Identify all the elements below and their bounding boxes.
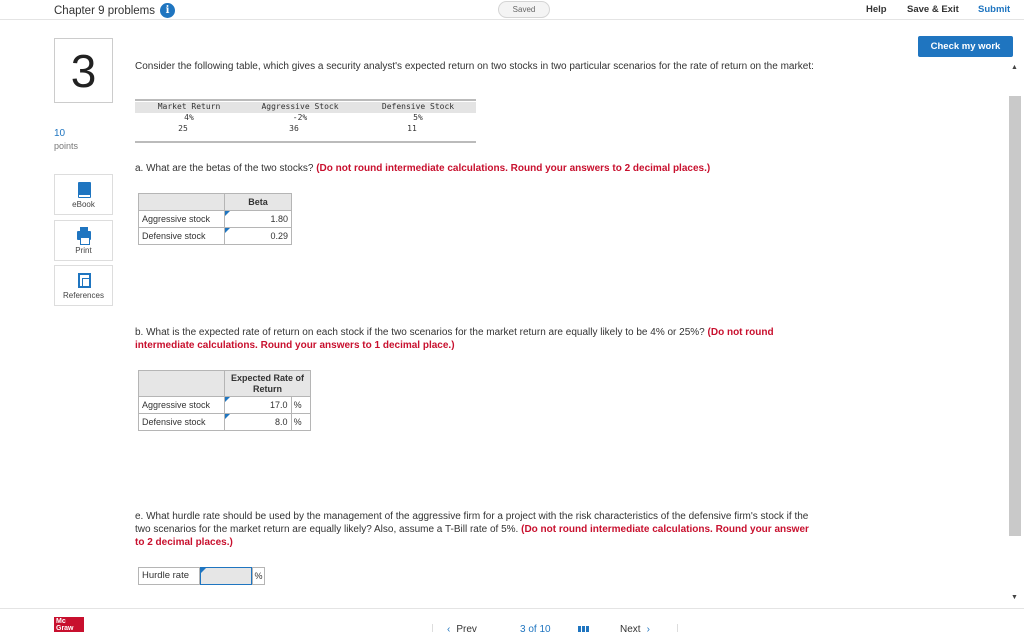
table-cell: 4% [184, 113, 194, 122]
references-label: References [63, 291, 104, 300]
scrollbar-thumb[interactable] [1009, 96, 1021, 536]
save-exit-link[interactable]: Save & Exit [907, 4, 959, 15]
beta-column-header: Beta [224, 193, 292, 211]
table-corner [138, 370, 225, 397]
top-bar: Chapter 9 problems i Saved Help Save & E… [0, 0, 1024, 20]
ebook-button[interactable]: eBook [54, 174, 113, 215]
book-icon [78, 182, 91, 198]
return-aggressive-input[interactable]: 17.0 [224, 396, 292, 414]
table-header-cell: Defensive Stock [381, 102, 455, 111]
hurdle-rate-input[interactable] [200, 567, 252, 585]
next-label: Next [620, 624, 641, 632]
saved-status-badge: Saved [498, 1, 550, 18]
points-label: points [54, 141, 79, 151]
part-b-question-text: b. What is the expected rate of return o… [135, 327, 705, 338]
part-e-question: e. What hurdle rate should be used by th… [135, 510, 815, 549]
table-cell: 25 [178, 124, 188, 133]
prev-button[interactable]: ‹ Prev [432, 624, 504, 632]
part-b-answer-table: Expected Rate of Return Aggressive stock… [138, 370, 312, 431]
scroll-up-arrow-icon[interactable]: ▲ [1011, 64, 1018, 71]
printer-icon [77, 227, 91, 245]
references-icon [78, 273, 91, 288]
chapter-title: Chapter 9 problems [54, 4, 155, 17]
print-button[interactable]: Print [54, 220, 113, 261]
footer-bar [0, 608, 1024, 632]
info-icon[interactable]: i [160, 3, 175, 18]
part-b-question: b. What is the expected rate of return o… [135, 326, 830, 352]
print-label: Print [75, 246, 92, 255]
prev-label: Prev [456, 624, 477, 632]
help-link[interactable]: Help [866, 4, 887, 15]
table-cell: 11 [407, 124, 417, 133]
table-cell: -2% [292, 113, 308, 122]
table-header-cell: Aggressive Stock [261, 102, 339, 111]
next-button[interactable]: Next › [606, 624, 678, 632]
header-line-1: Expected Rate of [230, 372, 305, 383]
return-defensive-input[interactable]: 8.0 [224, 413, 292, 431]
table-header-cell: Market Return [157, 102, 221, 111]
mcgraw-hill-logo: Mc Graw [54, 617, 84, 632]
scroll-down-arrow-icon[interactable]: ▼ [1011, 594, 1018, 601]
row-label: Aggressive stock [138, 210, 225, 228]
ebook-label: eBook [72, 200, 95, 209]
beta-defensive-input[interactable]: 0.29 [224, 227, 292, 245]
row-label: Aggressive stock [138, 396, 225, 414]
points-value: 10 [54, 128, 66, 139]
table-cell: 36 [289, 124, 299, 133]
submit-link[interactable]: Submit [978, 4, 1010, 15]
references-button[interactable]: References [54, 265, 113, 306]
chevron-right-icon: › [646, 624, 650, 632]
table-corner [138, 193, 225, 211]
question-number: 3 [54, 38, 113, 103]
row-label: Defensive stock [138, 413, 225, 431]
table-cell: 5% [413, 113, 423, 122]
hurdle-rate-label: Hurdle rate [138, 567, 200, 585]
question-intro: Consider the following table, which give… [135, 61, 814, 72]
question-grid-icon[interactable] [578, 626, 589, 632]
scenario-table: Market Return Aggressive Stock Defensive… [135, 99, 476, 143]
row-label: Defensive stock [138, 227, 225, 245]
assignment-title: Chapter 9 problems i [54, 3, 175, 18]
beta-aggressive-input[interactable]: 1.80 [224, 210, 292, 228]
percent-unit: % [290, 396, 312, 414]
part-a-instruction: (Do not round intermediate calculations.… [316, 163, 711, 174]
part-a-question-text: a. What are the betas of the two stocks? [135, 163, 314, 174]
page-indicator[interactable]: 3 of 10 [520, 624, 551, 632]
header-line-2: Return [253, 383, 282, 394]
percent-unit: % [252, 567, 265, 585]
part-a-answer-table: Beta Aggressive stock 1.80 Defensive sto… [138, 193, 292, 245]
part-a-question: a. What are the betas of the two stocks?… [135, 162, 835, 175]
expected-return-column-header: Expected Rate of Return [224, 370, 311, 397]
chevron-left-icon: ‹ [447, 624, 451, 632]
hurdle-rate-row: Hurdle rate % [138, 567, 265, 585]
percent-unit: % [290, 413, 312, 431]
check-my-work-button[interactable]: Check my work [918, 36, 1013, 57]
